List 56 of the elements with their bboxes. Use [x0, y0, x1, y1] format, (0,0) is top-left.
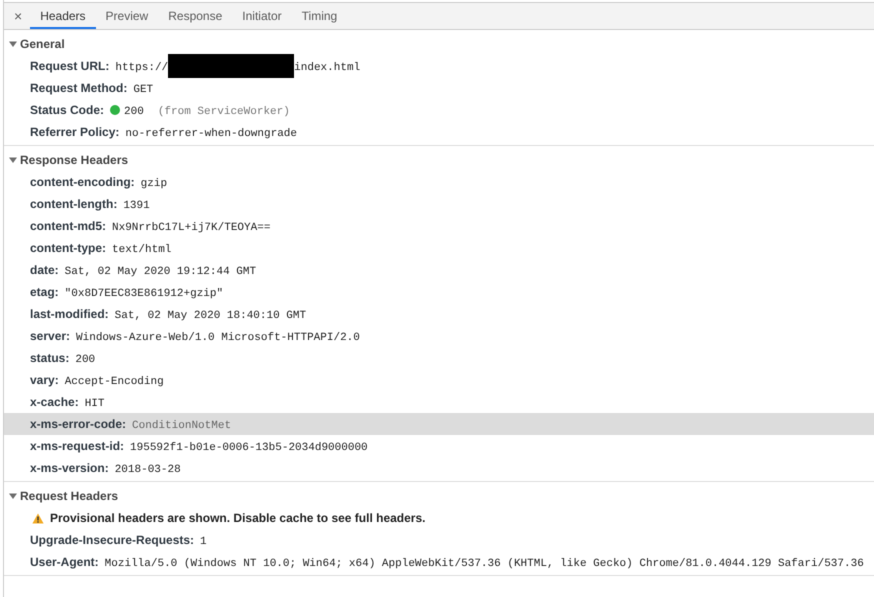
header-name: Referrer Policy: — [30, 124, 120, 141]
header-value: Windows-Azure-Web/1.0 Microsoft-HTTPAPI/2.0 — [76, 331, 360, 346]
header-name: content-type: — [30, 240, 106, 257]
header-value: https:// — [115, 61, 168, 76]
warning-icon — [32, 512, 44, 524]
header-name: date: — [30, 262, 59, 279]
header-value: 1391 — [123, 199, 150, 214]
header-value: 200 — [75, 353, 96, 368]
tab[interactable]: Preview — [96, 3, 158, 29]
header-name: content-md5: — [30, 218, 106, 235]
header-value: HIT — [84, 397, 105, 412]
header-value: 200 — [124, 105, 144, 120]
warning-message: Provisional headers are shown. Disable cache to see full headers. — [50, 510, 426, 527]
header-name: Status Code: — [30, 102, 104, 119]
header-name: x-ms-error-code: — [30, 416, 126, 433]
header-value: Mozilla/5.0 (Windows NT 10.0; Win64; x64) AppleWebKit/537.36 (KHTML, like Gecko) Chrome/81.0.4044.129 Safari/537.36 — [104, 557, 864, 572]
header-name: server: — [30, 328, 70, 345]
header-name: User-Agent: — [30, 554, 99, 571]
section-title[interactable]: General — [20, 35, 65, 53]
header-name: Request URL: — [30, 58, 110, 75]
triangle-down-icon[interactable] — [9, 492, 17, 500]
header-name: x-ms-version: — [30, 460, 109, 477]
header-name: etag: — [30, 284, 59, 301]
header-name: status: — [30, 350, 70, 367]
header-name: x-cache: — [30, 394, 79, 411]
header-value: 195592f1-b01e-0006-13b5-2034d9000000 — [130, 441, 368, 456]
header-name: Request Method: — [30, 80, 128, 97]
close-button[interactable]: × — [10, 3, 26, 29]
section-title[interactable]: Request Headers — [20, 487, 118, 505]
tab[interactable]: Timing — [292, 3, 348, 29]
header-value: gzip — [140, 177, 168, 192]
header-value: no-referrer-when-downgrade — [125, 127, 298, 142]
header-value: text/html — [112, 243, 172, 258]
header-value: GET — [133, 83, 154, 98]
header-value: Sat, 02 May 2020 18:40:10 GMT — [114, 309, 306, 324]
header-value: "0x8D7EEC83E861912+gzip" — [64, 287, 224, 302]
header-value: Sat, 02 May 2020 19:12:44 GMT — [64, 265, 256, 280]
triangle-down-icon[interactable] — [9, 156, 17, 164]
header-value: ConditionNotMet — [132, 419, 232, 434]
section-title[interactable]: Response Headers — [20, 151, 128, 169]
tab[interactable]: Response — [158, 3, 232, 29]
header-name: Upgrade-Insecure-Requests: — [30, 532, 194, 549]
header-value: Accept-Encoding — [64, 375, 164, 390]
header-value: 1 — [200, 535, 207, 550]
status-note: (from ServiceWorker) — [158, 105, 290, 120]
triangle-down-icon[interactable] — [9, 40, 17, 48]
header-name: vary: — [30, 372, 59, 389]
tab[interactable]: Headers — [30, 3, 96, 29]
header-name: content-length: — [30, 196, 118, 213]
header-value: Nx9NrrbC17L+ij7K/TEOYA== — [112, 221, 270, 236]
header-name: x-ms-request-id: — [30, 438, 124, 455]
header-name: content-encoding: — [30, 174, 135, 191]
header-value: 2018-03-28 — [114, 463, 181, 478]
tab[interactable]: Initiator — [232, 3, 292, 29]
header-value: index.html — [294, 61, 360, 76]
header-name: last-modified: — [30, 306, 109, 323]
